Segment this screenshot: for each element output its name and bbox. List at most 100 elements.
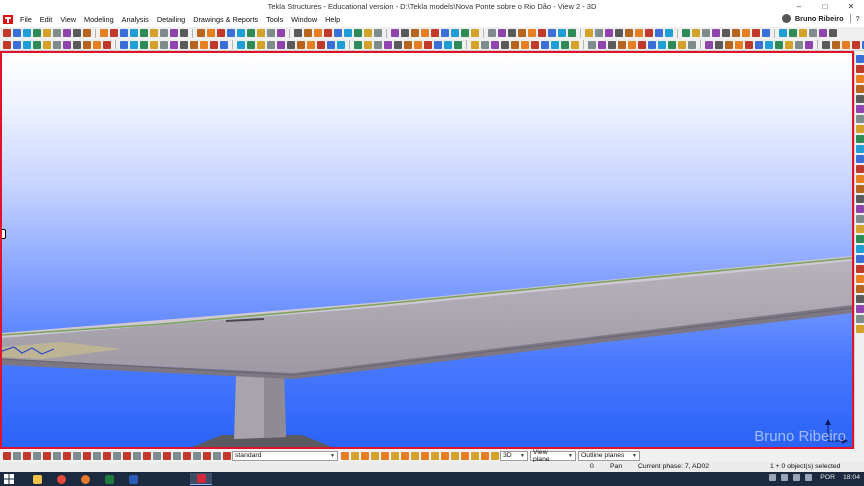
macro-icon[interactable] (722, 29, 730, 37)
column-icon[interactable] (247, 40, 255, 49)
component-icon[interactable] (414, 40, 422, 49)
side-tool-icon[interactable] (856, 75, 864, 83)
select-filter-icon[interactable] (43, 451, 51, 460)
plate-icon[interactable] (23, 40, 31, 49)
side-tool-icon[interactable] (856, 255, 864, 263)
new-icon[interactable] (180, 29, 188, 37)
select-filter-icon[interactable] (451, 451, 459, 460)
select-filter-icon[interactable] (103, 451, 111, 460)
select-icon[interactable] (682, 29, 690, 37)
network-icon[interactable] (769, 474, 777, 481)
redo-icon[interactable] (53, 29, 61, 37)
open-icon[interactable] (558, 29, 566, 37)
volume-icon[interactable] (781, 474, 789, 481)
column-icon[interactable] (130, 40, 138, 49)
weld-icon[interactable] (404, 40, 412, 49)
side-tool-icon[interactable] (856, 315, 864, 323)
select-filter-icon[interactable] (411, 451, 419, 460)
beam-icon[interactable] (237, 40, 245, 49)
view-icon[interactable] (160, 29, 168, 37)
grid-icon[interactable] (334, 29, 342, 37)
pan-icon[interactable] (294, 29, 302, 37)
standard-settings-select[interactable]: standard ▼ (232, 450, 338, 461)
detail-icon[interactable] (775, 40, 783, 49)
copy-icon[interactable] (625, 29, 633, 37)
new-icon[interactable] (732, 29, 740, 37)
column-icon[interactable] (598, 40, 606, 49)
side-tool-icon[interactable] (856, 215, 864, 223)
file-explorer-icon[interactable] (26, 473, 48, 485)
outline-planes-select[interactable]: Outline planes ▼ (578, 450, 640, 461)
bolt-icon[interactable] (628, 40, 636, 49)
menu-edit[interactable]: Edit (36, 15, 57, 24)
select-icon[interactable] (314, 29, 322, 37)
cut-icon[interactable] (63, 29, 71, 37)
select-filter-icon[interactable] (33, 451, 41, 460)
user-area[interactable]: Bruno Ribeiro ? (781, 14, 860, 23)
menu-help[interactable]: Help (321, 15, 344, 24)
select-filter-icon[interactable] (371, 451, 379, 460)
beam-icon[interactable] (705, 40, 713, 49)
side-tool-icon[interactable] (856, 195, 864, 203)
undo-icon[interactable] (411, 29, 419, 37)
bolt-icon[interactable] (745, 40, 753, 49)
view-plane-select[interactable]: View plane ▼ (530, 449, 576, 463)
windows-start-button[interactable] (4, 474, 14, 484)
menu-drawings-reports[interactable]: Drawings & Reports (189, 15, 262, 24)
side-tool-icon[interactable] (856, 115, 864, 123)
side-tool-icon[interactable] (856, 125, 864, 133)
select-filter-icon[interactable] (83, 451, 91, 460)
new-icon[interactable] (364, 29, 372, 37)
save-icon[interactable] (568, 29, 576, 37)
plate-icon[interactable] (140, 40, 148, 49)
print-icon[interactable] (585, 29, 593, 37)
clock[interactable]: 18:04 (843, 474, 860, 481)
new-icon[interactable] (3, 29, 11, 37)
cut-icon[interactable] (615, 29, 623, 37)
side-tool-icon[interactable] (856, 225, 864, 233)
rotate-icon[interactable] (665, 29, 673, 37)
bolt-icon[interactable] (43, 40, 51, 49)
bolt-icon[interactable] (394, 40, 402, 49)
select-filter-icon[interactable] (213, 451, 221, 460)
select-filter-icon[interactable] (421, 451, 429, 460)
measure-icon[interactable] (327, 40, 335, 49)
save-icon[interactable] (391, 29, 399, 37)
firefox-icon[interactable] (74, 473, 96, 485)
rebar-icon[interactable] (317, 40, 325, 49)
macro-icon[interactable] (170, 29, 178, 37)
column-icon[interactable] (364, 40, 372, 49)
component-icon[interactable] (63, 40, 71, 49)
select-filter-icon[interactable] (73, 451, 81, 460)
select-icon[interactable] (498, 29, 506, 37)
weld-icon[interactable] (287, 40, 295, 49)
view-type-select[interactable]: 3D ▼ (500, 450, 528, 461)
side-tool-icon[interactable] (856, 135, 864, 143)
select-filter-icon[interactable] (63, 451, 71, 460)
zoom-icon[interactable] (645, 29, 653, 37)
bolt-icon[interactable] (160, 40, 168, 49)
side-tool-icon[interactable] (856, 205, 864, 213)
detail-icon[interactable] (307, 40, 315, 49)
side-tool-icon[interactable] (856, 235, 864, 243)
cut-icon[interactable] (799, 29, 807, 37)
slab-icon[interactable] (618, 40, 626, 49)
select-filter-icon[interactable] (441, 451, 449, 460)
slab-icon[interactable] (33, 40, 41, 49)
select-filter-icon[interactable] (391, 451, 399, 460)
paste-icon[interactable] (267, 29, 275, 37)
measure-icon[interactable] (795, 40, 803, 49)
open-icon[interactable] (742, 29, 750, 37)
zoom-icon[interactable] (829, 29, 837, 37)
select-filter-icon[interactable] (351, 451, 359, 460)
weld-icon[interactable] (638, 40, 646, 49)
language-indicator[interactable]: POR (820, 474, 835, 481)
side-tool-icon[interactable] (856, 55, 864, 63)
undo-icon[interactable] (43, 29, 51, 37)
menu-detailing[interactable]: Detailing (153, 15, 189, 24)
column-icon[interactable] (481, 40, 489, 49)
beam-icon[interactable] (588, 40, 596, 49)
select-filter-icon[interactable] (163, 451, 171, 460)
view-icon[interactable] (712, 29, 720, 37)
side-tool-icon[interactable] (856, 65, 864, 73)
